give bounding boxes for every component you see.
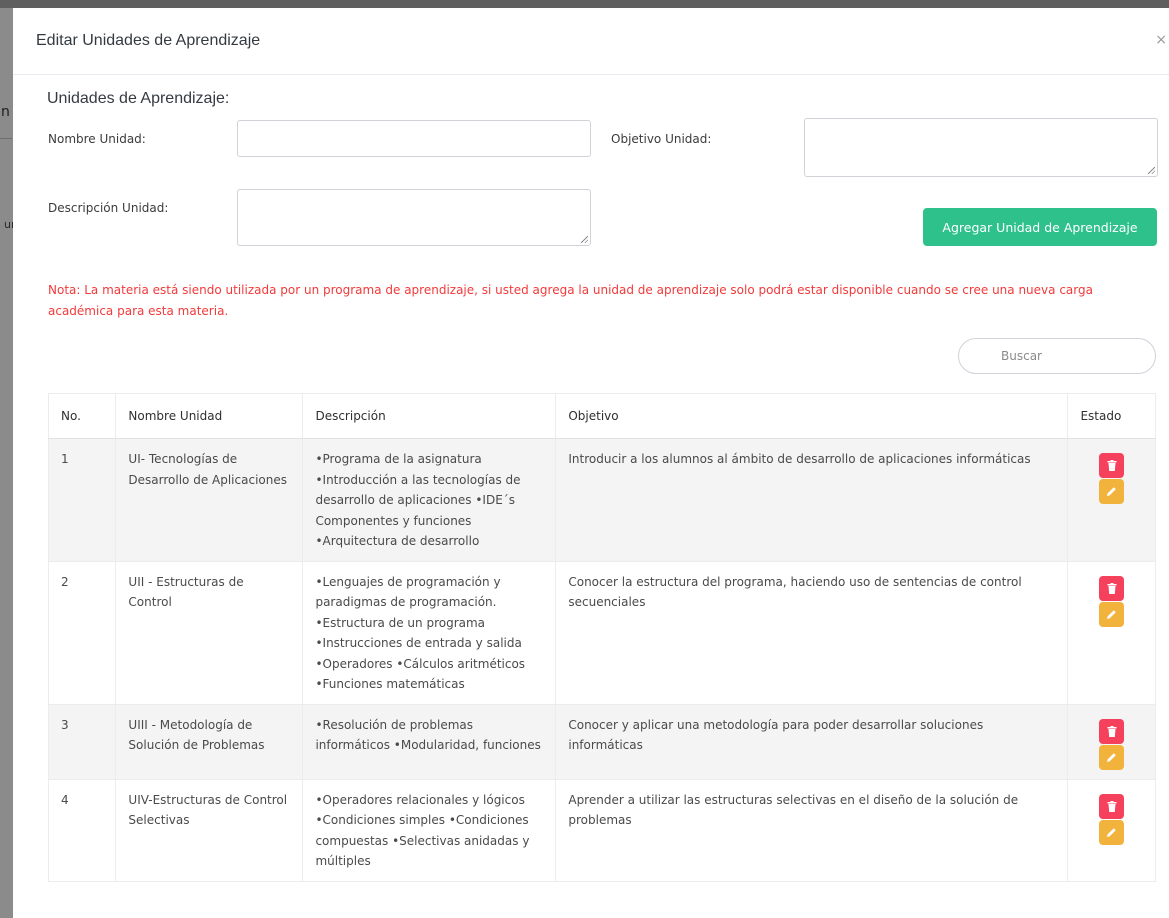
description-label: Descripción Unidad: <box>48 201 169 215</box>
section-title: Unidades de Aprendizaje: <box>47 90 230 107</box>
column-header-status[interactable]: Estado <box>1067 393 1156 439</box>
pencil-icon <box>1107 487 1117 496</box>
warning-note: Nota: La materia está siendo utilizada p… <box>48 283 1093 318</box>
cell-name: UI- Tecnologías de Desarrollo de Aplicac… <box>115 438 304 562</box>
resize-grip-icon[interactable] <box>581 236 588 243</box>
cell-status <box>1067 703 1156 780</box>
table-row: 1 UI- Tecnologías de Desarrollo de Aplic… <box>47 438 1156 562</box>
cell-description: •Resolución de problemas informáticos •M… <box>302 703 557 780</box>
table-header-row: No. Nombre Unidad Descripción Objetivo E… <box>47 393 1156 439</box>
pencil-icon <box>1107 752 1117 762</box>
delete-button[interactable] <box>1099 575 1125 601</box>
column-header-objective[interactable]: Objetivo <box>555 393 1069 439</box>
row-actions <box>1080 572 1143 627</box>
cell-name: UIV-Estructuras de Control Selectivas <box>115 778 304 882</box>
trash-icon <box>1107 582 1117 594</box>
resize-grip-icon[interactable] <box>1148 167 1155 174</box>
cell-status <box>1067 778 1156 882</box>
close-icon[interactable]: × <box>1155 32 1167 48</box>
row-actions <box>1080 790 1143 845</box>
objective-label: Objetivo Unidad: <box>611 132 712 146</box>
cell-description: •Operadores relacionales y lógicos •Cond… <box>302 778 557 882</box>
table-row: 4 UIV-Estructuras de Control Selectivas … <box>47 778 1156 882</box>
cell-status <box>1067 438 1156 562</box>
table-row: 3 UIII - Metodología de Solución de Prob… <box>47 703 1156 780</box>
unit-objective-textarea[interactable] <box>804 118 1158 177</box>
edit-units-modal: Editar Unidades de Aprendizaje × Unidade… <box>13 8 1169 918</box>
delete-button[interactable] <box>1099 718 1125 744</box>
cell-objective: Introducir a los alumnos al ámbito de de… <box>555 438 1069 562</box>
cell-name: UII - Estructuras de Control <box>115 560 304 705</box>
background-text-fragment: n <box>1 104 10 120</box>
row-actions <box>1080 449 1143 504</box>
cell-description: •Lenguajes de programación y paradigmas … <box>302 560 557 705</box>
pencil-icon <box>1107 609 1117 619</box>
table-row: 2 UII - Estructuras de Control •Lenguaje… <box>47 560 1156 705</box>
modal-header: Editar Unidades de Aprendizaje × <box>13 8 1169 75</box>
column-header-name[interactable]: Nombre Unidad <box>115 393 304 439</box>
add-unit-button[interactable]: Agregar Unidad de Aprendizaje <box>923 208 1157 246</box>
name-label: Nombre Unidad: <box>48 132 146 146</box>
cell-objective: Conocer y aplicar una metodología para p… <box>555 703 1069 780</box>
delete-button[interactable] <box>1099 793 1125 819</box>
unit-name-input[interactable] <box>237 120 591 157</box>
background-top-bar <box>0 0 1169 8</box>
column-header-no[interactable]: No. <box>47 393 117 439</box>
trash-icon <box>1107 725 1117 737</box>
column-header-description[interactable]: Descripción <box>302 393 557 439</box>
row-actions <box>1080 715 1143 770</box>
cell-description: •Programa de la asignatura •Introducción… <box>302 438 557 562</box>
cell-no: 3 <box>47 703 117 780</box>
cell-objective: Conocer la estructura del programa, haci… <box>555 560 1069 705</box>
background-divider <box>0 138 12 139</box>
delete-button[interactable] <box>1099 453 1125 478</box>
cell-no: 2 <box>47 560 117 705</box>
modal-title: Editar Unidades de Aprendizaje <box>36 32 261 49</box>
cell-objective: Aprender a utilizar las estructuras sele… <box>555 778 1069 882</box>
background-left-strip <box>0 8 13 918</box>
units-table: No. Nombre Unidad Descripción Objetivo E… <box>47 393 1156 882</box>
cell-no: 1 <box>47 438 117 562</box>
pencil-icon <box>1107 827 1117 837</box>
unit-description-textarea[interactable] <box>237 189 591 246</box>
edit-button[interactable] <box>1099 744 1125 770</box>
cell-no: 4 <box>47 778 117 882</box>
edit-button[interactable] <box>1099 819 1125 845</box>
trash-icon <box>1107 800 1117 812</box>
trash-icon <box>1107 460 1117 471</box>
edit-button[interactable] <box>1099 601 1125 627</box>
cell-name: UIII - Metodología de Solución de Proble… <box>115 703 304 780</box>
search-input[interactable] <box>958 338 1156 374</box>
cell-status <box>1067 560 1156 705</box>
edit-button[interactable] <box>1099 479 1125 504</box>
